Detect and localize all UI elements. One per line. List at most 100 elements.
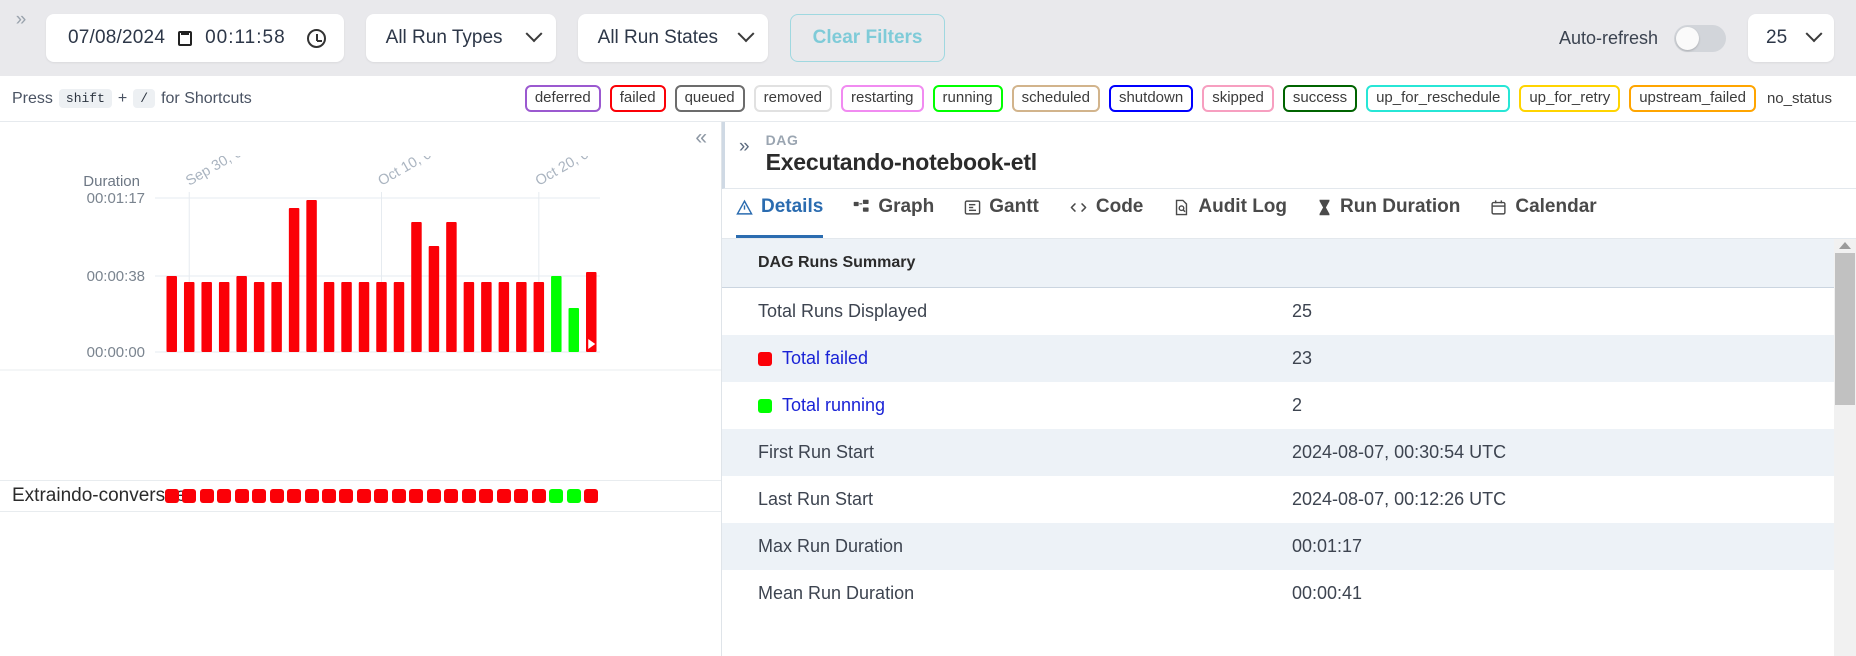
chart-bar[interactable]	[516, 282, 527, 352]
legend-pill-up-for-retry[interactable]: up_for_retry	[1519, 84, 1621, 113]
legend-pill-upstream-failed[interactable]: upstream_failed	[1629, 84, 1756, 113]
summary-row-label: Max Run Duration	[758, 536, 904, 556]
legend-pill-success[interactable]: success	[1282, 84, 1358, 113]
task-instance-squares	[164, 489, 598, 503]
tab-calendar[interactable]: Calendar	[1490, 189, 1597, 238]
task-instance-square[interactable]	[356, 489, 371, 503]
tab-details[interactable]: Details	[736, 189, 824, 238]
chart-bar[interactable]	[323, 282, 335, 352]
task-instance-square[interactable]	[426, 489, 441, 503]
legend-pill-restarting[interactable]: restarting	[841, 84, 924, 113]
task-instance-square[interactable]	[252, 489, 267, 503]
task-instance-square[interactable]	[164, 489, 179, 503]
chart-bar[interactable]	[376, 282, 387, 352]
chart-bar[interactable]	[481, 282, 492, 352]
run-state-select[interactable]: All Run States	[577, 14, 768, 62]
tab-graph[interactable]: Graph	[853, 189, 934, 238]
chart-bar[interactable]	[411, 222, 422, 352]
task-instance-square[interactable]	[409, 489, 424, 503]
chevrons-up-icon[interactable]: »	[8, 10, 34, 29]
chart-bar[interactable]	[358, 282, 370, 352]
legend-pill-queued[interactable]: queued	[674, 84, 745, 113]
summary-row-label-cell: Mean Run Duration	[722, 570, 1278, 617]
summary-row-link[interactable]: Total running	[758, 395, 1278, 416]
run-type-select[interactable]: All Run Types	[365, 14, 556, 62]
clock-icon[interactable]	[306, 28, 326, 48]
chart-bar[interactable]	[533, 282, 545, 352]
chart-bar[interactable]	[183, 282, 195, 352]
task-instance-square[interactable]	[584, 489, 598, 503]
chart-bar[interactable]	[306, 200, 317, 352]
chart-bar[interactable]	[166, 276, 177, 352]
tab-gantt[interactable]: Gantt	[964, 189, 1039, 238]
chevron-down-icon	[525, 25, 543, 43]
chart-bar[interactable]	[551, 276, 562, 352]
chevrons-left-icon[interactable]: «	[695, 126, 707, 150]
legend-pill-failed[interactable]: failed	[609, 84, 666, 113]
task-instance-square[interactable]	[374, 489, 389, 503]
legend-pill-running[interactable]: running	[932, 84, 1003, 113]
chart-bar[interactable]	[393, 282, 405, 352]
task-instance-square[interactable]	[566, 489, 581, 503]
clear-filters-button[interactable]: Clear Filters	[789, 14, 946, 62]
chart-bar[interactable]	[288, 208, 300, 352]
task-instance-square[interactable]	[339, 489, 354, 503]
legend-pill-shutdown[interactable]: shutdown	[1108, 84, 1194, 113]
task-instance-square[interactable]	[444, 489, 459, 503]
chart-bar[interactable]	[341, 282, 352, 352]
tab-run-duration[interactable]: Run Duration	[1317, 189, 1460, 238]
chart-bar[interactable]	[586, 272, 597, 352]
summary-row-link[interactable]: Total failed	[758, 348, 1278, 369]
shortcut-key-slash: /	[133, 89, 156, 108]
task-instance-square[interactable]	[287, 489, 302, 503]
legend-pill-scheduled[interactable]: scheduled	[1011, 84, 1100, 113]
summary-row-label-cell: First Run Start	[722, 429, 1278, 476]
chart-bar[interactable]	[446, 222, 457, 352]
task-instance-square[interactable]	[304, 489, 319, 503]
task-instance-square[interactable]	[496, 489, 511, 503]
scroll-up-arrow-icon[interactable]	[1839, 242, 1851, 249]
chart-bar[interactable]	[463, 282, 475, 352]
run-duration-chart: Duration 00:01:17 00:00:38 00:00:00 Sep 30, …	[0, 130, 721, 392]
task-instance-square[interactable]	[269, 489, 284, 503]
task-instance-square[interactable]	[549, 489, 564, 503]
task-instance-square[interactable]	[182, 489, 197, 503]
task-instance-square[interactable]	[321, 489, 336, 503]
task-instance-square[interactable]	[217, 489, 232, 503]
chart-bar[interactable]	[201, 282, 212, 352]
chart-bar[interactable]	[218, 282, 230, 352]
legend-pill-skipped[interactable]: skipped	[1202, 84, 1274, 113]
scrollbar-thumb[interactable]	[1835, 253, 1855, 405]
summary-row-label: Total Runs Displayed	[758, 301, 928, 321]
chart-bar[interactable]	[498, 282, 510, 352]
auto-refresh-toggle[interactable]	[1674, 24, 1726, 52]
x-tick-label: Oct 10, 09:00	[376, 156, 459, 189]
legend-pill-removed[interactable]: removed	[753, 84, 832, 113]
tab-code[interactable]: Code	[1069, 189, 1143, 238]
legend-pill-deferred[interactable]: deferred	[524, 84, 601, 113]
chart-bar[interactable]	[271, 282, 282, 352]
task-instance-row[interactable]: Extraindo-conversoes	[0, 480, 721, 512]
tab-audit-log[interactable]: Audit Log	[1173, 189, 1287, 238]
task-instance-square[interactable]	[514, 489, 529, 503]
summary-table-scrollbar[interactable]	[1834, 239, 1856, 656]
task-instance-square[interactable]	[461, 489, 476, 503]
run-count-select[interactable]: 25	[1748, 14, 1834, 62]
chevrons-right-icon[interactable]: »	[725, 132, 766, 158]
code-brackets-icon	[1069, 199, 1088, 216]
datetime-filter-input[interactable]: 07/08/2024 00:11:58	[46, 14, 344, 62]
task-instance-square[interactable]	[199, 489, 214, 503]
chart-bar[interactable]	[253, 282, 265, 352]
chart-bar[interactable]	[236, 276, 247, 352]
task-instance-square[interactable]	[531, 489, 546, 503]
legend-pill-up-for-reschedule[interactable]: up_for_reschedule	[1366, 84, 1511, 113]
chart-bar[interactable]	[428, 246, 440, 352]
summary-row-label-cell: Total failed	[722, 335, 1278, 382]
date-value: 07/08/2024	[68, 27, 166, 48]
task-instance-square[interactable]	[479, 489, 494, 503]
chart-bar[interactable]	[568, 308, 580, 352]
task-instance-square[interactable]	[391, 489, 406, 503]
legend-pill-no-status[interactable]: no_status	[1765, 88, 1834, 109]
task-instance-square[interactable]	[234, 489, 249, 503]
calendar-icon	[1490, 199, 1507, 216]
